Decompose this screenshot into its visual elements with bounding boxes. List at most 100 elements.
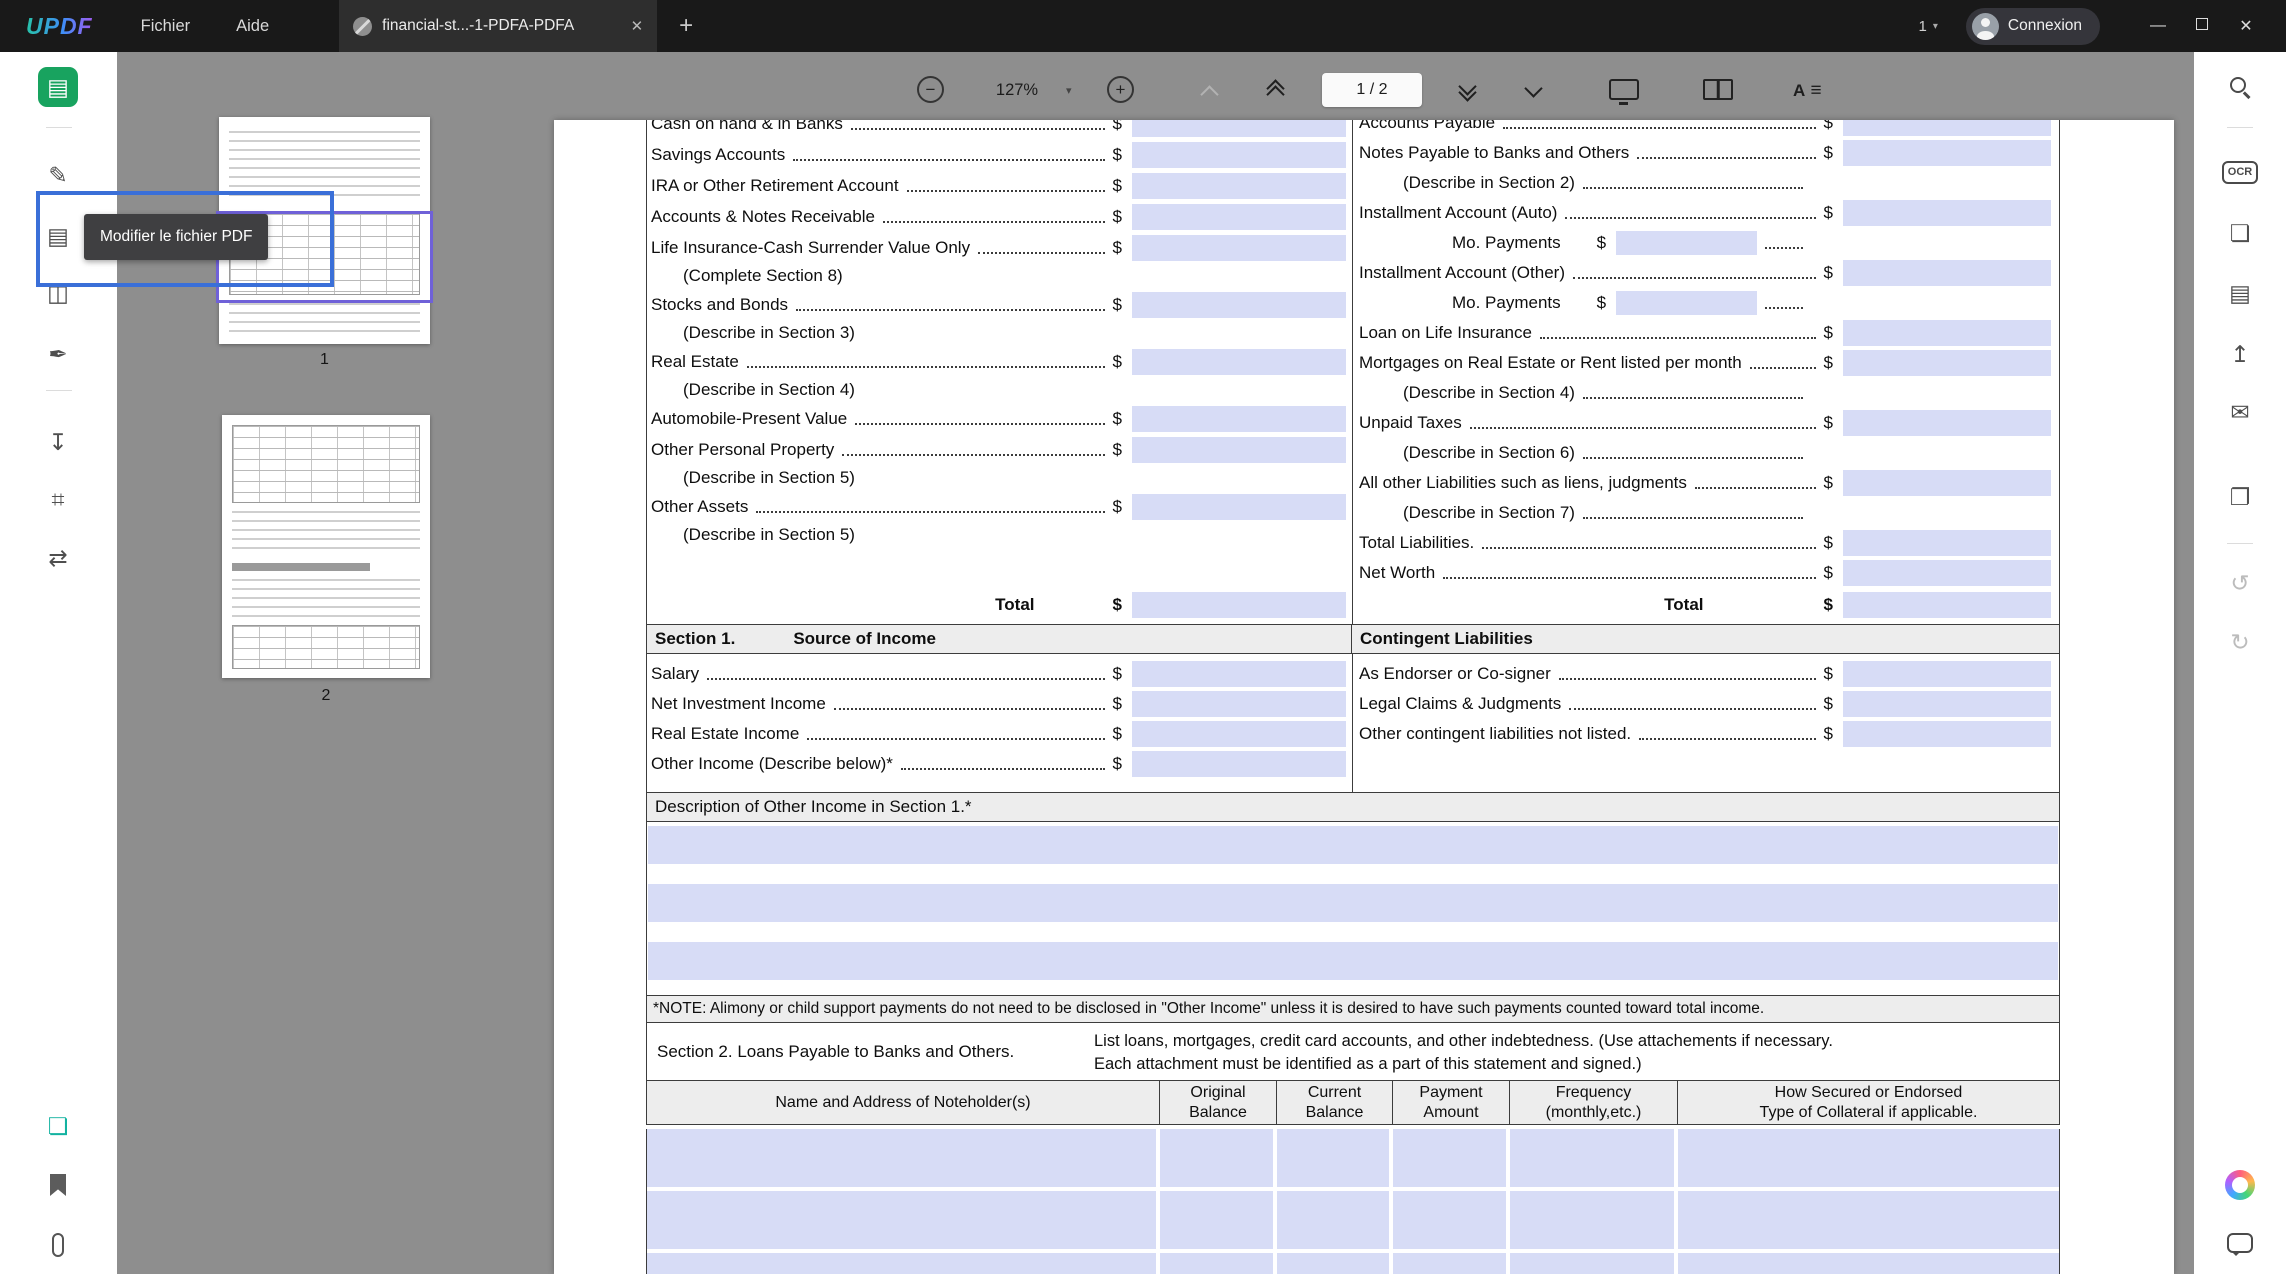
input-field[interactable] — [1616, 291, 1757, 315]
reading-mode-button[interactable] — [1793, 80, 1822, 102]
input-field[interactable] — [1843, 721, 2051, 747]
ocr-icon[interactable]: OCR — [2220, 152, 2260, 192]
input-field[interactable] — [1843, 320, 2051, 346]
input-field[interactable] — [1132, 173, 1346, 199]
dotted-leader — [1503, 127, 1815, 129]
scroll-down-icon[interactable] — [1527, 82, 1540, 95]
share-icon[interactable]: ↥ — [2220, 334, 2260, 374]
page-tools-icon[interactable]: ▤ — [2220, 273, 2260, 313]
next-page-button[interactable] — [1461, 80, 1474, 99]
liabilities-total-field[interactable] — [1843, 592, 2051, 618]
noteholder-cell-input[interactable] — [1160, 1253, 1277, 1274]
document-tab[interactable]: financial-st...-1-PDFA-PDFA ✕ — [339, 0, 657, 52]
input-field[interactable] — [1843, 661, 2051, 687]
input-field[interactable] — [1132, 235, 1346, 261]
noteholder-cell-input[interactable] — [647, 1191, 1160, 1249]
input-field[interactable] — [1843, 560, 2051, 586]
noteholder-cell-input[interactable] — [1277, 1253, 1393, 1274]
zoom-dropdown-icon[interactable]: ▾ — [1066, 84, 1072, 97]
input-field[interactable] — [1132, 406, 1346, 432]
maximize-button[interactable] — [2180, 17, 2224, 35]
input-field[interactable] — [1132, 494, 1346, 520]
clipboard-icon[interactable]: ❐ — [2220, 477, 2260, 517]
input-field[interactable] — [1843, 120, 2051, 136]
convert-icon[interactable]: ⇄ — [38, 538, 78, 578]
redo-icon[interactable]: ↻ — [2220, 622, 2260, 662]
page-indicator[interactable]: 1 / 2 — [1322, 73, 1422, 107]
input-field[interactable] — [1843, 410, 2051, 436]
sign-icon[interactable]: ✒ — [38, 334, 78, 374]
save-as-icon[interactable]: ❏ — [2220, 213, 2260, 253]
section1-subtitle: Source of Income — [793, 629, 936, 649]
previous-page-button[interactable] — [1269, 82, 1282, 101]
new-tab-button[interactable]: + — [679, 14, 693, 38]
input-field[interactable] — [1132, 721, 1346, 747]
other-income-input-row[interactable] — [648, 884, 2058, 922]
noteholder-cell-input[interactable] — [1510, 1191, 1678, 1249]
annotate-icon[interactable]: ✎ — [38, 155, 78, 195]
crop-icon[interactable]: ⌗ — [38, 479, 78, 519]
currency-symbol: $ — [1113, 295, 1122, 315]
input-field[interactable] — [1132, 751, 1346, 777]
page-thumbnail-2[interactable] — [222, 415, 430, 678]
mail-icon[interactable]: ✉ — [2220, 392, 2260, 432]
noteholder-cell-input[interactable] — [1510, 1253, 1678, 1274]
layers-icon[interactable]: ❏ — [38, 1106, 78, 1146]
input-field[interactable] — [1843, 260, 2051, 286]
other-income-input-row[interactable] — [648, 942, 2058, 980]
input-field[interactable] — [1843, 200, 2051, 226]
presentation-mode-button[interactable] — [1609, 79, 1639, 100]
attachment-icon[interactable] — [38, 1225, 78, 1265]
noteholder-cell-input[interactable] — [1393, 1253, 1510, 1274]
input-field[interactable] — [1843, 530, 2051, 556]
menu-aide[interactable]: Aide — [236, 17, 269, 36]
input-field[interactable] — [1132, 204, 1346, 230]
zoom-out-button[interactable]: − — [917, 76, 944, 103]
noteholder-cell-input[interactable] — [1678, 1129, 2059, 1187]
ai-assistant-icon[interactable] — [2220, 1165, 2260, 1205]
input-field[interactable] — [1843, 691, 2051, 717]
input-field[interactable] — [1132, 691, 1346, 717]
book-icon — [1703, 79, 1733, 100]
tab-close-icon[interactable]: ✕ — [631, 17, 644, 35]
noteholder-cell-input[interactable] — [647, 1129, 1160, 1187]
noteholder-cell-input[interactable] — [1160, 1191, 1277, 1249]
noteholder-cell-input[interactable] — [1160, 1129, 1277, 1187]
login-button[interactable]: Connexion — [1966, 8, 2100, 45]
page-layout-button[interactable] — [1703, 79, 1733, 100]
close-button[interactable]: ✕ — [2224, 16, 2268, 36]
noteholder-cell-input[interactable] — [1393, 1129, 1510, 1187]
zoom-in-button[interactable]: + — [1107, 76, 1134, 103]
input-field[interactable] — [1132, 349, 1346, 375]
search-icon[interactable] — [2220, 67, 2260, 107]
input-field[interactable] — [1132, 142, 1346, 168]
noteholder-cell-input[interactable] — [1510, 1129, 1678, 1187]
window-count-dropdown[interactable]: 1 ▾ — [1919, 18, 1938, 35]
input-field[interactable] — [1132, 437, 1346, 463]
assets-total-field[interactable] — [1132, 592, 1346, 618]
undo-icon[interactable]: ↺ — [2220, 563, 2260, 603]
chat-icon[interactable] — [2220, 1225, 2260, 1265]
menu-fichier[interactable]: Fichier — [141, 17, 191, 36]
zoom-level[interactable]: 127% — [986, 81, 1048, 100]
noteholder-cell-input[interactable] — [1277, 1129, 1393, 1187]
edit-mode-icon[interactable]: ▤ — [38, 67, 78, 107]
input-field[interactable] — [1132, 661, 1346, 687]
minimize-button[interactable]: — — [2136, 17, 2180, 35]
input-field[interactable] — [1132, 292, 1346, 318]
bookmark-icon[interactable] — [38, 1165, 78, 1205]
input-field[interactable] — [1132, 120, 1346, 137]
input-field[interactable] — [1616, 231, 1757, 255]
export-icon[interactable]: ↧ — [38, 422, 78, 462]
noteholder-cell-input[interactable] — [1277, 1191, 1393, 1249]
noteholder-cell-input[interactable] — [1678, 1191, 2059, 1249]
noteholder-cell-input[interactable] — [1393, 1191, 1510, 1249]
other-income-input-row[interactable] — [648, 826, 2058, 864]
noteholder-cell-input[interactable] — [1678, 1253, 2059, 1274]
currency-symbol: $ — [1113, 724, 1122, 744]
input-field[interactable] — [1843, 140, 2051, 166]
input-field[interactable] — [1843, 350, 2051, 376]
noteholder-cell-input[interactable] — [647, 1253, 1160, 1274]
scroll-up-icon[interactable] — [1203, 88, 1216, 101]
input-field[interactable] — [1843, 470, 2051, 496]
